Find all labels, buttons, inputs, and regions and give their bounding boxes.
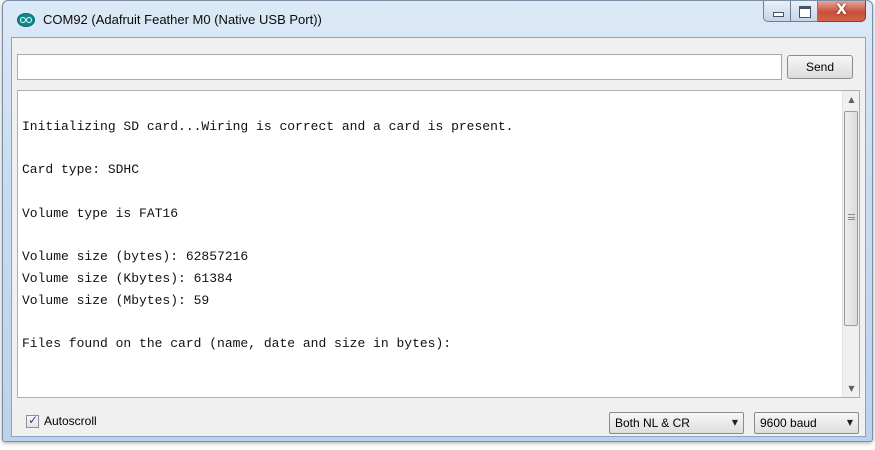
serial-output[interactable]: Initializing SD card...Wiring is correct… — [17, 90, 860, 398]
send-button[interactable]: Send — [787, 55, 853, 79]
output-line: Initializing SD card...Wiring is correct… — [22, 119, 514, 134]
arduino-icon — [17, 13, 35, 27]
close-button[interactable]: X — [818, 1, 866, 22]
minimize-button[interactable] — [763, 1, 791, 22]
output-line: Files found on the card (name, date and … — [22, 336, 452, 352]
line-ending-value: Both NL & CR — [615, 416, 690, 430]
output-line: Card type: SDHC — [22, 162, 140, 178]
vertical-scrollbar[interactable]: ▲ ▼ — [842, 91, 859, 397]
close-icon: X — [836, 2, 847, 18]
line-ending-select[interactable]: Both NL & CR ▼ — [609, 412, 744, 434]
output-line: Volume size (bytes): 62857216 — [22, 249, 249, 265]
autoscroll-checkbox[interactable]: ✓ — [26, 412, 39, 428]
baud-rate-select[interactable]: 9600 baud ▼ — [754, 412, 859, 434]
checkmark-icon: ✓ — [28, 412, 39, 427]
autoscroll-toggle[interactable]: ✓ Autoscroll — [26, 412, 97, 428]
scroll-down-icon[interactable]: ▼ — [843, 380, 859, 397]
window-title: COM92 (Adafruit Feather M0 (Native USB P… — [43, 12, 322, 27]
scroll-up-icon[interactable]: ▲ — [843, 91, 859, 108]
maximize-button[interactable] — [791, 1, 818, 22]
status-bar: ✓ Autoscroll Both NL & CR ▼ 9600 baud ▼ — [12, 402, 865, 436]
serial-monitor-client: Send Initializing SD card...Wiring is co… — [11, 37, 866, 437]
title-bar[interactable]: COM92 (Adafruit Feather M0 (Native USB P… — [3, 1, 872, 37]
output-line: Volume size (Kbytes): 61384 — [22, 270, 233, 286]
grip-icon — [848, 214, 855, 220]
autoscroll-label: Autoscroll — [44, 414, 97, 428]
serial-monitor-window: COM92 (Adafruit Feather M0 (Native USB P… — [2, 0, 873, 442]
chevron-down-icon: ▼ — [731, 418, 738, 427]
chevron-down-icon: ▼ — [846, 418, 853, 427]
output-line: Volume size (Mbytes): 59 — [22, 292, 210, 308]
output-line: Volume type is FAT16 — [22, 205, 179, 221]
window-controls: X — [763, 1, 866, 23]
baud-rate-value: 9600 baud — [760, 416, 817, 430]
send-input[interactable] — [17, 54, 782, 80]
serial-output-text: Initializing SD card...Wiring is correct… — [22, 116, 839, 355]
scroll-thumb[interactable] — [844, 111, 858, 326]
